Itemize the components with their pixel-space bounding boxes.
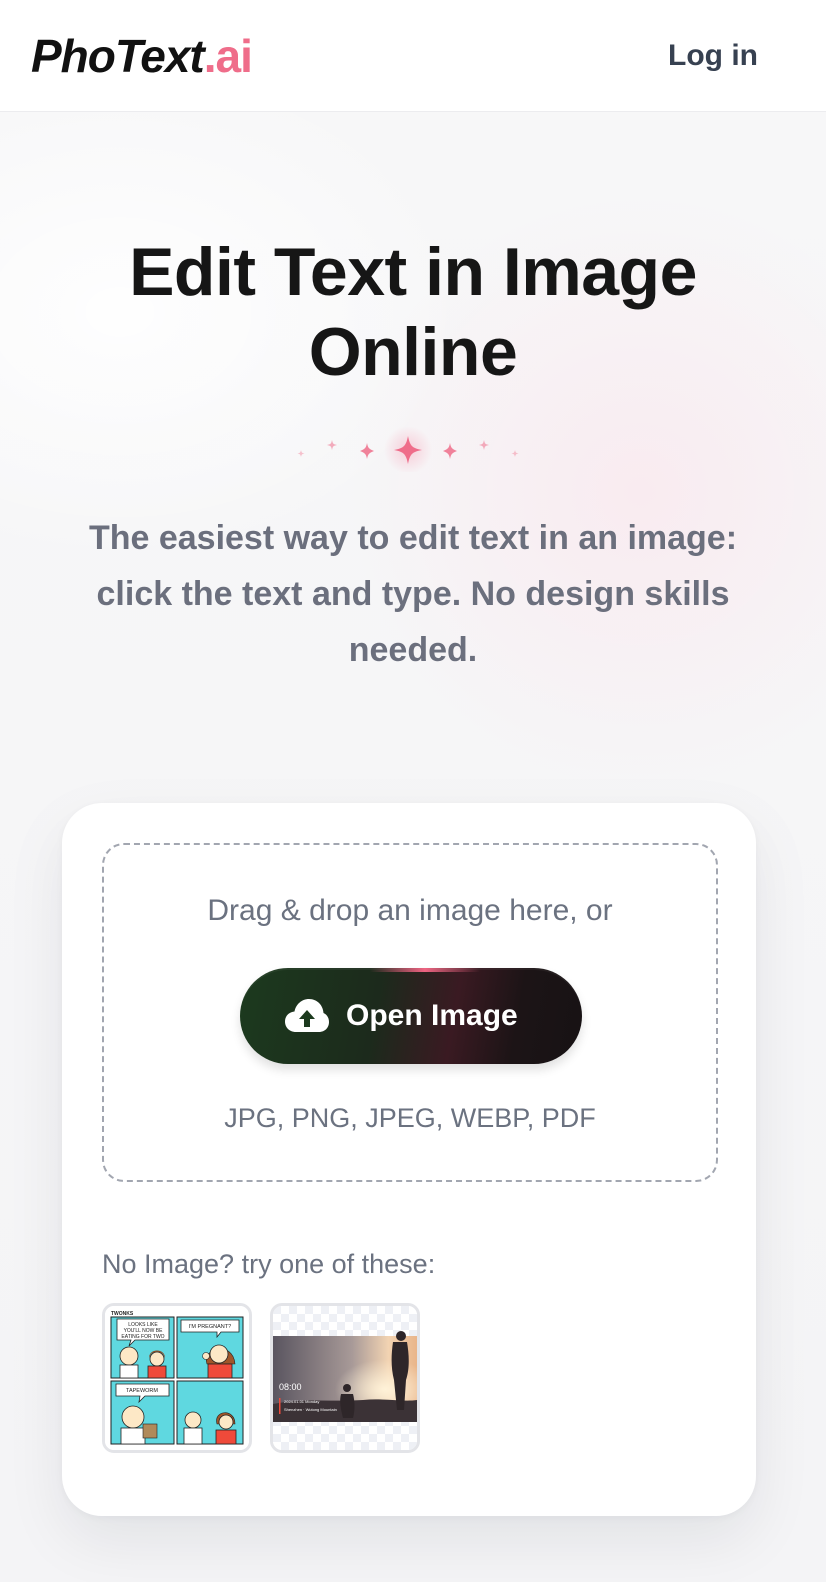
- logo-suffix: .ai: [203, 30, 253, 82]
- sunset-photo-image: 08:00 2024.01.01 Monday Shenzhen · Wuton…: [273, 1306, 417, 1450]
- sample-photo-thumbnail[interactable]: 08:00 2024.01.01 Monday Shenzhen · Wuton…: [270, 1303, 420, 1453]
- image-dropzone[interactable]: Drag & drop an image here, or Open Image…: [102, 843, 718, 1182]
- upload-card: Drag & drop an image here, or Open Image…: [62, 803, 756, 1516]
- photo-time: 08:00: [279, 1382, 302, 1392]
- sparkle-icon: [511, 450, 519, 457]
- logo[interactable]: PhoText.ai: [31, 28, 253, 84]
- sample-prompt: No Image? try one of these:: [102, 1249, 436, 1279]
- sparkle-icon: [327, 440, 337, 450]
- sparkle-icon: [479, 440, 489, 450]
- sparkle-icon: [443, 443, 457, 459]
- open-image-button[interactable]: Open Image: [240, 968, 582, 1064]
- sparkles-decoration: [297, 426, 519, 472]
- sample-comic-thumbnail[interactable]: TWONKS LOOKS LIKE YOU'LL NOW BE EATING F…: [102, 1303, 252, 1453]
- login-link[interactable]: Log in: [668, 36, 758, 76]
- comic-bubble-3: TAPEWORM: [126, 1388, 158, 1394]
- svg-text:EATING FOR TWO: EATING FOR TWO: [121, 1334, 164, 1340]
- sparkle-icon: [360, 443, 374, 459]
- sparkle-icon: [297, 450, 305, 457]
- comic-title: TWONKS: [111, 1311, 134, 1317]
- comic-bubble-2: I'M PREGNANT?: [189, 1324, 231, 1330]
- logo-wordmark: PhoText: [31, 30, 205, 82]
- dropzone-instruction: Drag & drop an image here, or: [207, 894, 613, 927]
- open-image-label: Open Image: [346, 999, 518, 1032]
- page-title: Edit Text in Image Online: [129, 234, 697, 390]
- top-nav: PhoText.ai Log in: [0, 0, 826, 112]
- photo-date: 2024.01.01 Monday: [284, 1399, 319, 1404]
- photo-location: Shenzhen · Wutong Mountain: [284, 1407, 337, 1412]
- page-subtitle: The easiest way to edit text in an image…: [88, 519, 738, 669]
- cloud-upload-icon: [285, 999, 329, 1032]
- supported-formats: JPG, PNG, JPEG, WEBP, PDF: [224, 1103, 596, 1133]
- comic-image: TWONKS LOOKS LIKE YOU'LL NOW BE EATING F…: [105, 1306, 249, 1450]
